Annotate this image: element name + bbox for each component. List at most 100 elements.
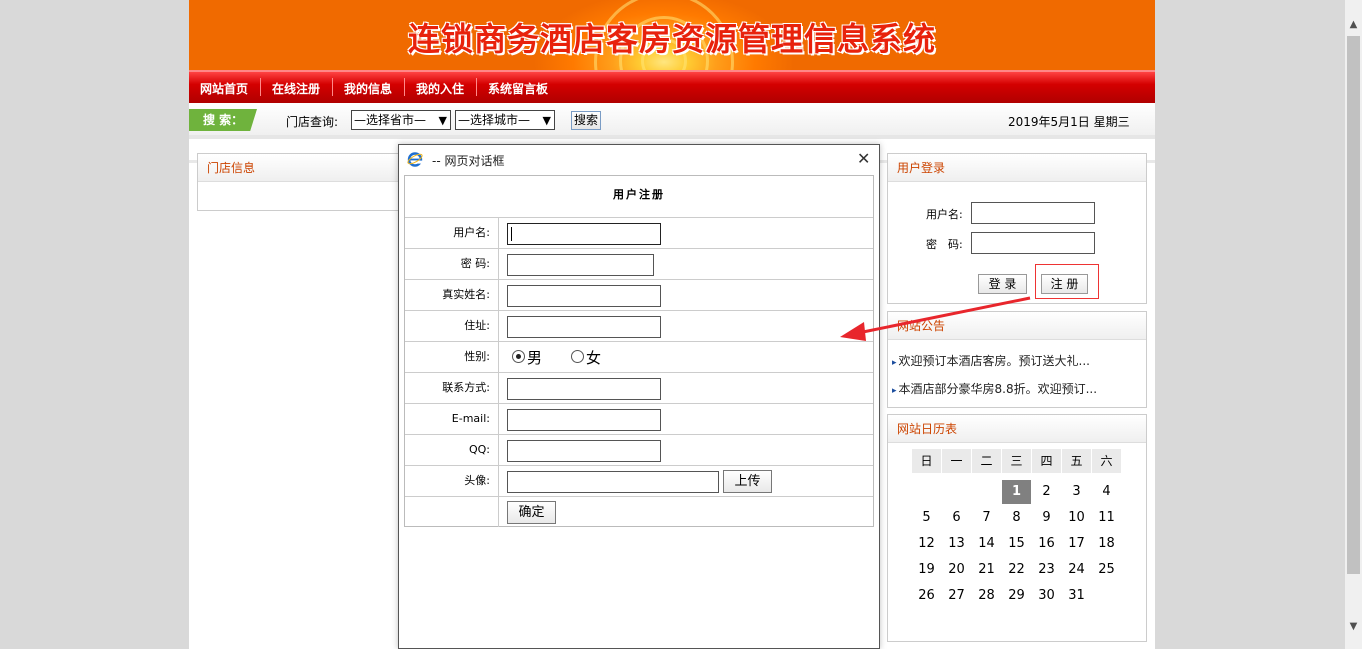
current-date: 2019年5月1日 星期三	[1008, 115, 1130, 129]
calendar-day[interactable]: 11	[1092, 506, 1121, 530]
calendar-day[interactable]: 19	[912, 558, 941, 582]
nav-message-board[interactable]: 系统留言板	[488, 80, 548, 97]
phone-input[interactable]	[507, 378, 661, 400]
store-info-title: 门店信息	[198, 154, 401, 182]
login-password-input[interactable]	[971, 232, 1095, 254]
realname-label: 真实姓名:	[405, 280, 499, 310]
ie-icon	[407, 152, 423, 167]
calendar-day[interactable]: 24	[1062, 558, 1091, 582]
calendar-day[interactable]: 3	[1062, 480, 1091, 504]
upload-button[interactable]: 上传	[723, 470, 772, 493]
form-caption: 用户注册	[405, 176, 873, 218]
form-row-submit: 确定	[405, 497, 873, 527]
calendar-weekday: 三	[1002, 449, 1031, 473]
city-select[interactable]: —选择城市— ▼	[455, 110, 555, 130]
realname-input[interactable]	[507, 285, 661, 307]
calendar-day[interactable]: 21	[972, 558, 1001, 582]
form-row-qq: QQ:	[405, 435, 873, 466]
nav-my-checkin[interactable]: 我的入住	[416, 80, 464, 97]
login-title: 用户登录	[888, 154, 1146, 182]
calendar-day[interactable]: 27	[942, 584, 971, 608]
bullet-icon: ▸	[892, 386, 897, 396]
calendar-day[interactable]: 16	[1032, 532, 1061, 556]
gender-female-radio[interactable]	[571, 350, 584, 363]
calendar-day[interactable]: 14	[972, 532, 1001, 556]
calendar-day[interactable]: 15	[1002, 532, 1031, 556]
form-row-password: 密 码:	[405, 249, 873, 280]
email-input[interactable]	[507, 409, 661, 431]
calendar-day[interactable]: 22	[1002, 558, 1031, 582]
form-row-username: 用户名:	[405, 218, 873, 249]
address-input[interactable]	[507, 316, 661, 338]
calendar-day[interactable]: 5	[912, 506, 941, 530]
nav-home[interactable]: 网站首页	[200, 80, 248, 97]
notice-item[interactable]: ▸ 欢迎预订本酒店客房。预订送大礼...	[892, 352, 1090, 369]
gender-male-label: 男	[527, 349, 543, 367]
calendar-day[interactable]: 29	[1002, 584, 1031, 608]
form-row-realname: 真实姓名:	[405, 280, 873, 311]
gender-male-radio[interactable]	[512, 350, 525, 363]
bullet-icon: ▸	[892, 358, 897, 368]
calendar-day[interactable]: 28	[972, 584, 1001, 608]
password-input[interactable]	[507, 254, 654, 276]
scrollbar-thumb[interactable]	[1347, 36, 1360, 574]
calendar-day[interactable]: 25	[1092, 558, 1121, 582]
calendar-day[interactable]: 12	[912, 532, 941, 556]
username-label: 用户名:	[405, 218, 499, 248]
username-input[interactable]	[507, 223, 661, 245]
calendar-day[interactable]: 10	[1062, 506, 1091, 530]
search-tag: 搜 索：	[189, 109, 257, 131]
calendar-title: 网站日历表	[888, 415, 1146, 443]
notice-box: 网站公告 ▸ 欢迎预订本酒店客房。预订送大礼... ▸ 本酒店部分豪华房8.8折。欢…	[887, 311, 1147, 408]
scroll-down-icon[interactable]: ▼	[1346, 621, 1361, 632]
qq-input[interactable]	[507, 440, 661, 462]
calendar-day[interactable]: 8	[1002, 506, 1031, 530]
nav-my-info[interactable]: 我的信息	[344, 80, 392, 97]
dialog-title: -- 网页对话框	[432, 154, 505, 168]
register-highlight	[1035, 264, 1099, 299]
calendar-day[interactable]: 18	[1092, 532, 1121, 556]
calendar-day[interactable]: 9	[1032, 506, 1061, 530]
dialog-titlebar: -- 网页对话框 ✕	[399, 145, 879, 173]
login-username-input[interactable]	[971, 202, 1095, 224]
notice-title: 网站公告	[888, 312, 1146, 340]
calendar-day[interactable]: 2	[1032, 480, 1061, 504]
login-button[interactable]: 登 录	[978, 274, 1027, 294]
nav-register[interactable]: 在线注册	[272, 80, 320, 97]
form-row-gender: 性别: 男 女	[405, 342, 873, 373]
calendar-day[interactable]: 6	[942, 506, 971, 530]
calendar-day[interactable]: 4	[1092, 480, 1121, 504]
address-label: 住址:	[405, 311, 499, 341]
province-select[interactable]: —选择省市— ▼	[351, 110, 451, 130]
calendar-day[interactable]: 7	[972, 506, 1001, 530]
calendar-weekday: 六	[1092, 449, 1121, 473]
close-icon[interactable]: ✕	[857, 149, 870, 168]
notice-item[interactable]: ▸ 本酒店部分豪华房8.8折。欢迎预订...	[892, 380, 1097, 397]
calendar-weekday: 五	[1062, 449, 1091, 473]
calendar-day[interactable]: 20	[942, 558, 971, 582]
calendar-day[interactable]: 30	[1032, 584, 1061, 608]
calendar-weekday: 二	[972, 449, 1001, 473]
calendar-day[interactable]: 13	[942, 532, 971, 556]
search-bar: 搜 索： 门店查询: —选择省市— ▼ —选择城市— ▼ 搜索 2019年5月1日 …	[189, 103, 1155, 139]
search-button[interactable]: 搜索	[571, 111, 601, 130]
submit-button[interactable]: 确定	[507, 501, 556, 524]
banner: 连锁商务酒店客房资源管理信息系统	[189, 0, 1155, 70]
register-form: 用户注册 用户名: 密 码: 真实姓名: 住址: 性别: 男 女 联系方式: E…	[404, 175, 874, 527]
register-dialog: -- 网页对话框 ✕ 用户注册 用户名: 密 码: 真实姓名: 住址: 性别: …	[398, 144, 880, 649]
calendar-day[interactable]: 23	[1032, 558, 1061, 582]
avatar-label: 头像:	[405, 466, 499, 496]
calendar-day[interactable]: 17	[1062, 532, 1091, 556]
calendar-day[interactable]: 26	[912, 584, 941, 608]
scroll-up-icon[interactable]: ▲	[1346, 19, 1361, 30]
store-search-label: 门店查询:	[286, 115, 339, 129]
form-row-avatar: 头像: 上传	[405, 466, 873, 497]
calendar-day[interactable]: 31	[1062, 584, 1091, 608]
avatar-file-input[interactable]	[507, 471, 719, 493]
chevron-down-icon: ▼	[542, 114, 551, 127]
calendar-today[interactable]: 1	[1002, 480, 1031, 504]
login-username-label: 用户名:	[926, 208, 963, 221]
login-password-label: 密 码:	[926, 238, 963, 251]
store-info-box: 门店信息	[197, 153, 402, 211]
calendar-weekday: 一	[942, 449, 971, 473]
